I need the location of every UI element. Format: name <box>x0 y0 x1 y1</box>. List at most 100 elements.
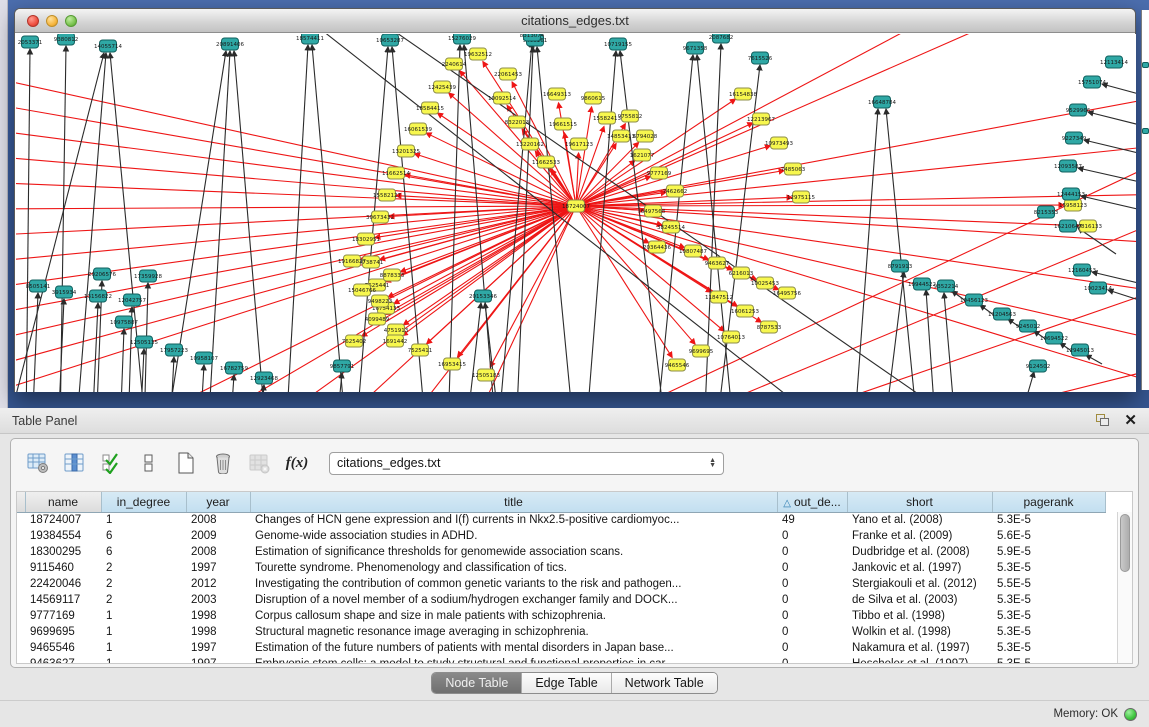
graph-edge <box>403 206 576 325</box>
table-cell: Embryonic stem cells: a model to study s… <box>250 656 777 664</box>
table-cell: 9465546 <box>25 640 101 656</box>
table-cell: Tourette syndrome. Phenomenology and cla… <box>250 560 777 576</box>
table-cell: 6 <box>101 528 186 544</box>
tab-edge-table[interactable]: Edge Table <box>521 673 610 693</box>
graph-node-label: 12505183 <box>472 373 500 379</box>
graph-node-label: 10025453 <box>751 281 779 287</box>
row-selection-icon[interactable] <box>99 450 125 476</box>
table-row[interactable]: 977716911998Corpus callosum shape and si… <box>17 608 1105 624</box>
table-cell: 0 <box>777 528 847 544</box>
table-row[interactable]: 911546021997Tourette syndrome. Phenomeno… <box>17 560 1105 576</box>
column-header-short[interactable]: short <box>847 492 992 512</box>
close-window-button[interactable] <box>27 15 39 27</box>
table-row[interactable]: 1872400712008Changes of HCN gene express… <box>17 512 1105 528</box>
table-cell: Wolkin et al. (1998) <box>847 624 992 640</box>
graph-node-label: 16061539 <box>404 127 432 133</box>
graph-edge <box>16 206 576 209</box>
column-header-out_degree[interactable]: △out_de... <box>777 492 847 512</box>
column-header-title[interactable]: title <box>250 492 777 512</box>
table-cell <box>17 576 25 592</box>
node-table: namein_degreeyeartitle△out_de...shortpag… <box>17 492 1106 664</box>
new-column-icon[interactable] <box>173 450 199 476</box>
column-header-name[interactable]: name <box>25 492 101 512</box>
graph-node-label: 16649313 <box>543 92 571 98</box>
column-header-year[interactable]: year <box>186 492 250 512</box>
table-source-dropdown[interactable]: citations_edges.txt ▲▼ <box>329 452 724 475</box>
table-cell <box>17 512 25 528</box>
table-cell: 0 <box>777 656 847 664</box>
delete-table-icon <box>247 450 273 476</box>
column-header-pagerank[interactable]: pagerank <box>992 492 1105 512</box>
graph-node-label: 18302951 <box>352 237 380 243</box>
table-scrollbar[interactable] <box>1117 512 1132 663</box>
graph-node-label: 9245012 <box>1016 324 1041 330</box>
graph-edge <box>166 51 226 392</box>
graph-node-label: 12923468 <box>250 376 278 382</box>
window-titlebar[interactable]: citations_edges.txt <box>15 9 1135 33</box>
tab-node-table[interactable]: Node Table <box>432 673 521 693</box>
memory-ok-indicator[interactable] <box>1124 708 1137 721</box>
graph-node-label: 9777169 <box>647 171 672 177</box>
tab-network-table[interactable]: Network Table <box>611 673 717 693</box>
graph-edge <box>208 51 230 392</box>
scrollbar-thumb[interactable] <box>1120 514 1130 572</box>
graph-node-label: 10807487 <box>679 249 707 255</box>
table-cell <box>17 560 25 576</box>
graph-node-label: 20206576 <box>88 272 116 278</box>
graph-node-label: 12093587 <box>1054 164 1082 170</box>
graph-node-label: 7615526 <box>748 56 773 62</box>
window-title: citations_edges.txt <box>15 9 1135 33</box>
graph-node-label: 18584415 <box>416 106 444 112</box>
network-canvas[interactable]: 1872400722406141242543918584415160615391… <box>16 34 1136 392</box>
table-settings-icon[interactable] <box>25 450 51 476</box>
table-row[interactable]: 946362711997Embryonic stem cells: a mode… <box>17 656 1105 664</box>
table-row[interactable]: 946554611997Estimation of the future num… <box>17 640 1105 656</box>
table-cell: 0 <box>777 608 847 624</box>
float-window-icon[interactable] <box>1096 414 1110 427</box>
column-header-in_degree[interactable]: in_degree <box>101 492 186 512</box>
delete-column-icon[interactable] <box>210 450 236 476</box>
graph-node-label: 9857791 <box>330 364 355 370</box>
background-window-sliver <box>1141 10 1149 390</box>
zoom-window-button[interactable] <box>65 15 77 27</box>
table-mode-icon[interactable] <box>136 450 162 476</box>
node-table-wrap[interactable]: namein_degreeyeartitle△out_de...shortpag… <box>16 491 1133 664</box>
graph-node-label: 18724007 <box>562 204 590 210</box>
table-row[interactable]: 969969511998Structural magnetic resonanc… <box>17 624 1105 640</box>
graph-node-label: 9352214 <box>934 284 959 290</box>
graph-node-label: 6794028 <box>633 134 658 140</box>
graph-edge <box>576 206 1136 389</box>
table-cell: 1997 <box>186 640 250 656</box>
table-cell: Corpus callosum shape and size in male p… <box>250 608 777 624</box>
graph-node-label: 30673432 <box>366 215 394 221</box>
close-icon[interactable]: ✕ <box>1124 413 1137 428</box>
select-column-icon[interactable] <box>62 450 88 476</box>
graph-edge <box>1016 372 1034 392</box>
table-cell: 5.3E-5 <box>992 512 1105 528</box>
function-builder-icon[interactable]: f(x) <box>284 450 310 476</box>
table-cell: 1998 <box>186 608 250 624</box>
table-cell: 0 <box>777 592 847 608</box>
table-cell <box>17 624 25 640</box>
graph-edge <box>286 45 308 392</box>
table-cell: Investigating the contribution of common… <box>250 576 777 592</box>
graph-edge <box>449 93 576 206</box>
column-header-gutter[interactable] <box>17 492 25 512</box>
graph-node-label: 9671358 <box>683 46 708 52</box>
table-cell: 2 <box>101 576 186 592</box>
status-bar: Memory: OK <box>0 700 1149 727</box>
table-cell: 2003 <box>186 592 250 608</box>
graph-node <box>1142 62 1149 68</box>
table-row[interactable]: 1830029562008Estimation of significance … <box>17 544 1105 560</box>
graph-edge <box>140 349 144 392</box>
minimize-window-button[interactable] <box>46 15 58 27</box>
table-row[interactable]: 1938455462009Genome-wide association stu… <box>17 528 1105 544</box>
network-view-window[interactable]: citations_edges.txt 18724007224061412425… <box>14 8 1136 392</box>
table-panel-body: f(x) citations_edges.txt ▲▼ namein_degre… <box>10 438 1139 668</box>
graph-node-label: 8878333 <box>380 273 405 279</box>
graph-node-label: 6497568 <box>641 209 666 215</box>
graph-edge <box>516 154 1136 392</box>
graph-node-label: 7485063 <box>781 167 806 173</box>
table-row[interactable]: 2242004622012Investigating the contribut… <box>17 576 1105 592</box>
table-row[interactable]: 1456911722003Disruption of a novel membe… <box>17 592 1105 608</box>
